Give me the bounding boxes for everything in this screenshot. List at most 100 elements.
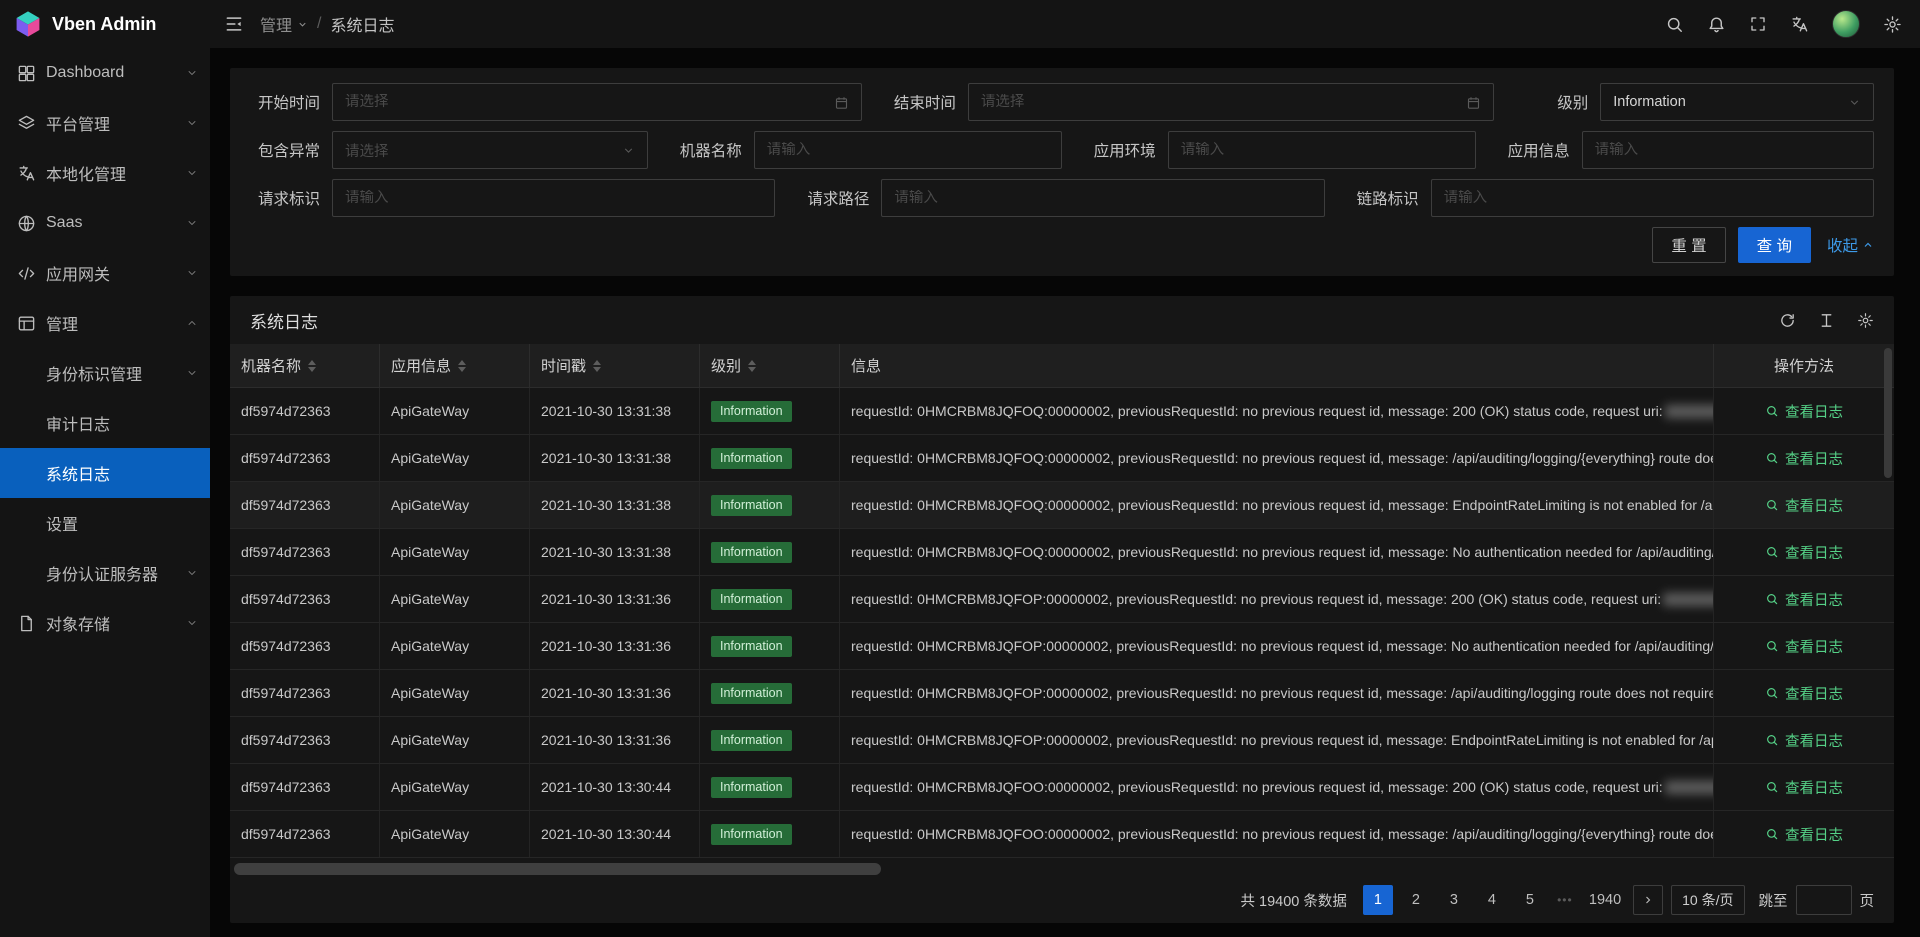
page-size-select[interactable]: 10 条/页 <box>1671 885 1744 915</box>
sidebar-item-identity[interactable]: 身份标识管理 <box>0 348 210 398</box>
table-row[interactable]: df5974d72363 ApiGateWay 2021-10-30 13:31… <box>230 717 1894 764</box>
column-header-machine-name[interactable]: 机器名称 <box>230 344 380 387</box>
refresh-icon[interactable] <box>1779 312 1796 329</box>
search-button[interactable]: 查 询 <box>1738 227 1811 263</box>
sidebar-item-localization[interactable]: 本地化管理 <box>0 148 210 198</box>
exception-select[interactable]: 请选择 <box>332 131 648 169</box>
logo[interactable]: Vben Admin <box>0 0 210 48</box>
reset-button[interactable]: 重 置 <box>1652 227 1725 263</box>
sort-carets <box>593 360 601 372</box>
filter-end-time: 结束时间 <box>886 83 1494 121</box>
start-time-picker[interactable] <box>332 83 862 121</box>
sidebar-item-settings[interactable]: 设置 <box>0 498 210 548</box>
page-button-2[interactable]: 2 <box>1401 885 1431 915</box>
trace-id-field[interactable] <box>1431 179 1874 217</box>
sidebar-item-audit-logs[interactable]: 审计日志 <box>0 398 210 448</box>
page-button-3[interactable]: 3 <box>1439 885 1469 915</box>
view-log-link[interactable]: 查看日志 <box>1765 401 1843 422</box>
level-select[interactable]: Information <box>1600 83 1874 121</box>
view-log-link[interactable]: 查看日志 <box>1765 636 1843 657</box>
table-row[interactable]: df5974d72363 ApiGateWay 2021-10-30 13:31… <box>230 435 1894 482</box>
search-icon[interactable] <box>1665 15 1684 34</box>
app-env-input[interactable] <box>1181 142 1463 158</box>
jump-page-input[interactable] <box>1796 885 1852 915</box>
collapse-filters-link[interactable]: 收起 <box>1827 234 1874 256</box>
horizontal-scrollbar-thumb[interactable] <box>234 863 881 875</box>
app-info-field[interactable] <box>1582 131 1874 169</box>
field-label: 应用信息 <box>1500 139 1570 161</box>
resize-icon[interactable] <box>1818 312 1835 329</box>
table-row[interactable]: df5974d72363 ApiGateWay 2021-10-30 13:31… <box>230 529 1894 576</box>
cell-app-info: ApiGateWay <box>380 623 530 669</box>
column-header-message: 信息 <box>840 344 1714 387</box>
sidebar-item-platform[interactable]: 平台管理 <box>0 98 210 148</box>
table-row[interactable]: df5974d72363 ApiGateWay 2021-10-30 13:30… <box>230 764 1894 811</box>
app-info-input[interactable] <box>1595 142 1861 158</box>
avatar[interactable] <box>1832 10 1860 38</box>
app-env-field[interactable] <box>1168 131 1476 169</box>
page-button-1[interactable]: 1 <box>1363 885 1393 915</box>
sidebar-item-auth-server[interactable]: 身份认证服务器 <box>0 548 210 598</box>
sidebar-item-saas[interactable]: Saas <box>0 198 210 248</box>
view-log-link[interactable]: 查看日志 <box>1765 824 1843 845</box>
table-row[interactable]: df5974d72363 ApiGateWay 2021-10-30 13:31… <box>230 670 1894 717</box>
cell-message: requestId: 0HMCRBM8JQFOQ:00000002, previ… <box>840 435 1714 481</box>
view-log-link[interactable]: 查看日志 <box>1765 683 1843 704</box>
notification-icon[interactable] <box>1707 15 1726 34</box>
sidebar-item-admin[interactable]: 管理 <box>0 298 210 348</box>
table-row[interactable]: df5974d72363 ApiGateWay 2021-10-30 13:30… <box>230 811 1894 858</box>
view-log-link[interactable]: 查看日志 <box>1765 589 1843 610</box>
start-time-input[interactable] <box>345 94 826 110</box>
page-button-1940[interactable]: 1940 <box>1585 885 1625 915</box>
table-row[interactable]: df5974d72363 ApiGateWay 2021-10-30 13:31… <box>230 482 1894 529</box>
table-row[interactable]: df5974d72363 ApiGateWay 2021-10-30 13:31… <box>230 388 1894 435</box>
request-id-input[interactable] <box>345 190 762 206</box>
table-settings-icon[interactable] <box>1857 312 1874 329</box>
column-header-timestamp[interactable]: 时间戳 <box>530 344 700 387</box>
column-header-level[interactable]: 级别 <box>700 344 840 387</box>
page-unit-label: 页 <box>1860 890 1875 911</box>
view-log-link[interactable]: 查看日志 <box>1765 542 1843 563</box>
cell-app-info: ApiGateWay <box>380 764 530 810</box>
fullscreen-icon[interactable] <box>1749 15 1767 33</box>
request-path-field[interactable] <box>881 179 1324 217</box>
exception-select-placeholder: 请选择 <box>345 140 614 161</box>
menu-fold-icon[interactable] <box>224 14 244 34</box>
page-button-4[interactable]: 4 <box>1477 885 1507 915</box>
horizontal-scrollbar[interactable] <box>233 863 1891 875</box>
cell-message: requestId: 0HMCRBM8JQFOP:00000002, previ… <box>840 576 1714 622</box>
cell-message: requestId: 0HMCRBM8JQFOP:00000002, previ… <box>840 670 1714 716</box>
vertical-scrollbar-thumb[interactable] <box>1884 348 1892 478</box>
table-row[interactable]: df5974d72363 ApiGateWay 2021-10-30 13:31… <box>230 623 1894 670</box>
sidebar-item-object-storage[interactable]: 对象存储 <box>0 598 210 648</box>
sidebar-item-system-logs[interactable]: 系统日志 <box>0 448 210 498</box>
view-log-link[interactable]: 查看日志 <box>1765 448 1843 469</box>
cell-machine-name: df5974d72363 <box>230 388 380 434</box>
calendar-icon <box>1466 95 1481 110</box>
end-time-input[interactable] <box>981 94 1458 110</box>
column-header-app-info[interactable]: 应用信息 <box>380 344 530 387</box>
breadcrumb-parent[interactable]: 管理 <box>260 12 308 36</box>
view-log-link[interactable]: 查看日志 <box>1765 730 1843 751</box>
machine-name-input[interactable] <box>767 142 1049 158</box>
view-log-link[interactable]: 查看日志 <box>1765 777 1843 798</box>
view-log-magnifier-icon <box>1765 827 1779 841</box>
cell-message: requestId: 0HMCRBM8JQFOO:00000002, previ… <box>840 764 1714 810</box>
machine-name-field[interactable] <box>754 131 1062 169</box>
view-log-link[interactable]: 查看日志 <box>1765 495 1843 516</box>
end-time-picker[interactable] <box>968 83 1494 121</box>
sidebar-item-dashboard[interactable]: Dashboard <box>0 48 210 98</box>
language-icon[interactable] <box>1790 15 1809 34</box>
trace-id-input[interactable] <box>1444 190 1861 206</box>
cell-machine-name: df5974d72363 <box>230 576 380 622</box>
sidebar-item-gateway[interactable]: 应用网关 <box>0 248 210 298</box>
dashboard-icon <box>17 64 36 83</box>
next-page-button[interactable] <box>1633 885 1663 915</box>
settings-icon[interactable] <box>1883 15 1902 34</box>
request-id-field[interactable] <box>332 179 775 217</box>
table-row[interactable]: df5974d72363 ApiGateWay 2021-10-30 13:31… <box>230 576 1894 623</box>
level-badge: Information <box>711 589 792 610</box>
chevron-down-icon <box>186 217 198 229</box>
page-button-5[interactable]: 5 <box>1515 885 1545 915</box>
request-path-input[interactable] <box>894 190 1311 206</box>
